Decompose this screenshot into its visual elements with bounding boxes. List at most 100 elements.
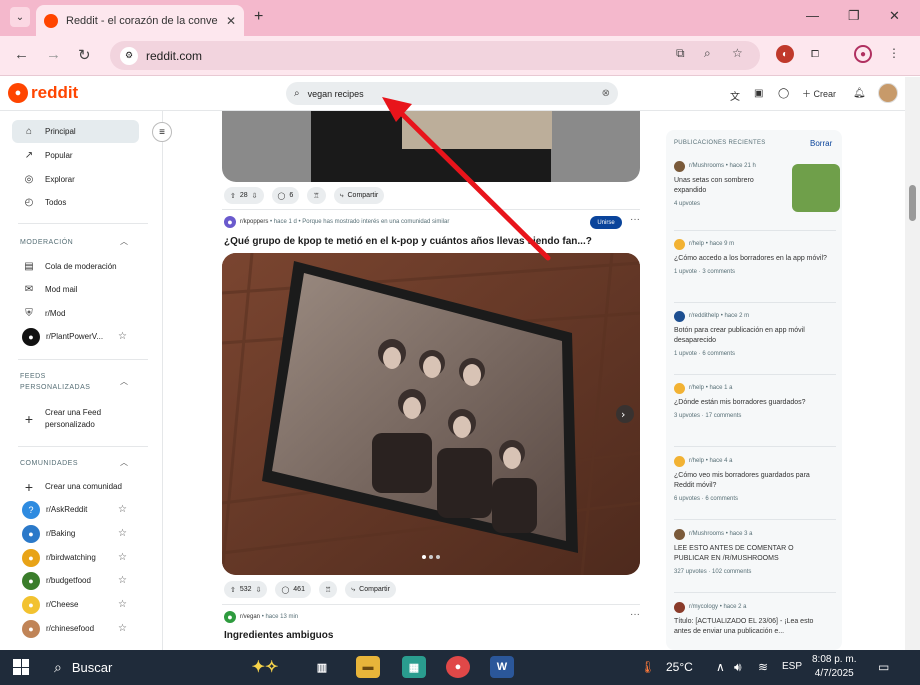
forward-button[interactable]: →: [46, 46, 61, 63]
address-bar[interactable]: ⚙ reddit.com: [110, 41, 760, 70]
task-view-icon[interactable]: ▥: [310, 656, 334, 678]
create-custom-feed[interactable]: + Crear una Feed personalizado: [12, 404, 139, 434]
collapse-sidebar-button[interactable]: ≡: [152, 122, 172, 142]
community-askreddit[interactable]: ? r/AskReddit ☆: [12, 498, 139, 521]
post-title[interactable]: Ingredientes ambiguos: [224, 630, 333, 641]
store-icon[interactable]: ▦: [402, 656, 426, 678]
favorite-star-icon[interactable]: ☆: [118, 575, 127, 586]
join-button[interactable]: Unirse: [590, 216, 622, 229]
post-time: • hace 1 a: [705, 385, 733, 391]
recent-post-item[interactable]: r/help • hace 4 a ¿Cómo veo mis borrador…: [674, 455, 836, 502]
weather-icon[interactable]: 🌡︎: [640, 660, 655, 674]
temperature[interactable]: 25°C: [666, 660, 693, 674]
chevron-up-icon[interactable]: ︿: [120, 236, 128, 247]
user-avatar[interactable]: [878, 83, 898, 103]
favorite-star-icon[interactable]: ☆: [118, 599, 127, 610]
notifications-bell-icon[interactable]: 🔔︎: [853, 88, 866, 99]
recent-post-item[interactable]: r/Mushrooms • hace 3 a LEE ESTO ANTES DE…: [674, 528, 836, 575]
favorite-star-icon[interactable]: ☆: [118, 623, 127, 634]
community-baking[interactable]: ● r/Baking ☆: [12, 522, 139, 545]
chevron-up-icon[interactable]: ∧: [716, 660, 725, 674]
subreddit-name[interactable]: r/kpoppers: [240, 219, 268, 225]
ads-icon[interactable]: ▣: [754, 88, 763, 99]
nav-mod-queue[interactable]: ▤ Cola de moderación: [12, 255, 139, 278]
reddit-logo[interactable]: ● reddit: [8, 83, 78, 103]
install-app-icon[interactable]: ⧉: [676, 46, 685, 61]
recent-post-item[interactable]: r/help • hace 1 a ¿Dónde están mis borra…: [674, 382, 836, 419]
chrome-icon[interactable]: ●: [446, 656, 470, 678]
taskbar-search[interactable]: ⌕ Buscar: [44, 655, 224, 680]
divider: [674, 519, 836, 520]
extensions-puzzle-icon[interactable]: ⧠: [806, 45, 824, 63]
subreddit-name[interactable]: r/vegan: [240, 614, 260, 620]
zoom-icon[interactable]: ⌕: [704, 46, 711, 61]
scrollbar-thumb[interactable]: [909, 185, 916, 221]
award-button[interactable]: ♖: [307, 187, 326, 204]
notifications-icon[interactable]: ▭: [878, 660, 889, 674]
nav-popular[interactable]: ↗ Popular: [12, 144, 139, 167]
file-explorer-icon[interactable]: ▬: [356, 656, 380, 678]
word-icon[interactable]: W: [490, 656, 514, 678]
community-cheese[interactable]: ● r/Cheese ☆: [12, 593, 139, 616]
share-button[interactable]: ⤷ Compartir: [333, 187, 385, 204]
clear-recent-button[interactable]: Borrar: [810, 139, 832, 148]
chevron-up-icon[interactable]: ︿: [120, 376, 128, 387]
browser-tab[interactable]: Reddit - el corazón de la conve ✕: [36, 5, 244, 36]
minimize-button[interactable]: —: [806, 8, 819, 23]
post-image[interactable]: ›: [222, 253, 640, 575]
nav-r-mod[interactable]: ⛨ r/Mod: [12, 302, 139, 325]
nav-explore[interactable]: ◎ Explorar: [12, 168, 139, 191]
page-scrollbar[interactable]: [905, 77, 920, 650]
clear-search-icon[interactable]: ⊗: [602, 88, 610, 99]
language-indicator[interactable]: ESP: [782, 661, 802, 672]
tab-search-dropdown[interactable]: ⌄: [10, 7, 30, 27]
recent-post-item[interactable]: r/mycology • hace 2 a Título: [ACTUALIZA…: [674, 601, 836, 637]
community-budgetfood[interactable]: ● r/budgetfood ☆: [12, 569, 139, 592]
comments-button[interactable]: ◯ 461: [275, 581, 311, 598]
nav-home[interactable]: ⌂ Principal: [12, 120, 139, 143]
nav-plantpower[interactable]: ● r/PlantPowerV... ☆: [12, 325, 139, 348]
clock[interactable]: 8:08 p. m. 4/7/2025: [812, 653, 856, 681]
create-post-button[interactable]: ＋ Crear: [802, 87, 836, 100]
translate-icon[interactable]: 文: [730, 88, 740, 103]
extension-icon[interactable]: ◐: [776, 45, 794, 63]
wifi-icon[interactable]: ≋: [758, 660, 768, 674]
community-chinesefood[interactable]: ● r/chinesefood ☆: [12, 617, 139, 640]
favorite-star-icon[interactable]: ☆: [118, 528, 127, 539]
maximize-button[interactable]: ❐: [848, 8, 860, 24]
favorite-star-icon[interactable]: ☆: [118, 552, 127, 563]
nav-all[interactable]: ◴ Todos: [12, 191, 139, 214]
volume-icon[interactable]: 🔊︎: [734, 660, 742, 675]
chat-icon[interactable]: ◯: [778, 88, 789, 99]
browser-menu-icon[interactable]: ⋮: [888, 46, 900, 60]
favorite-star-icon[interactable]: ☆: [118, 504, 127, 515]
favorite-star-icon[interactable]: ☆: [118, 331, 127, 342]
recent-post-item[interactable]: r/reddithelp • hace 2 m Botón para crear…: [674, 310, 836, 357]
recent-post-item[interactable]: r/Mushrooms • hace 21 h Unas setas con s…: [674, 160, 840, 212]
bookmark-star-icon[interactable]: ☆: [732, 46, 743, 60]
post-title[interactable]: ¿Qué grupo de kpop te metió en el k-pop …: [224, 236, 592, 247]
vote-control[interactable]: ⇧ 28 ⇩: [224, 187, 264, 204]
recent-post-item[interactable]: r/help • hace 9 m ¿Cómo accedo a los bor…: [674, 238, 836, 275]
copilot-sparkle-icon[interactable]: ✦✧: [240, 656, 290, 678]
search-input[interactable]: ⌕ vegan recipes ⊗: [286, 82, 618, 105]
more-options-icon[interactable]: ···: [630, 214, 640, 225]
back-button[interactable]: ←: [14, 46, 29, 63]
award-button[interactable]: ♖: [318, 581, 338, 598]
new-tab-button[interactable]: +: [254, 8, 263, 26]
windows-start-icon[interactable]: [13, 659, 29, 675]
more-options-icon[interactable]: ···: [630, 609, 640, 620]
vote-control[interactable]: ⇧ 532 ⇩: [224, 581, 268, 598]
create-community[interactable]: + Crear una comunidad: [12, 475, 139, 498]
profile-icon[interactable]: ●: [854, 45, 872, 63]
comments-button[interactable]: ◯ 6: [271, 187, 300, 204]
reload-button[interactable]: ↻: [78, 46, 91, 64]
chevron-up-icon[interactable]: ︿: [120, 457, 128, 468]
tab-close-icon[interactable]: ✕: [226, 14, 236, 28]
close-window-button[interactable]: ✕: [889, 8, 900, 24]
share-button[interactable]: ⤷ Compartir: [345, 581, 396, 598]
post-image-top[interactable]: [222, 111, 640, 182]
community-birdwatching[interactable]: ● r/birdwatching ☆: [12, 546, 139, 569]
site-info-icon[interactable]: ⚙: [120, 46, 138, 65]
nav-mod-mail[interactable]: ✉ Mod mail: [12, 278, 139, 301]
